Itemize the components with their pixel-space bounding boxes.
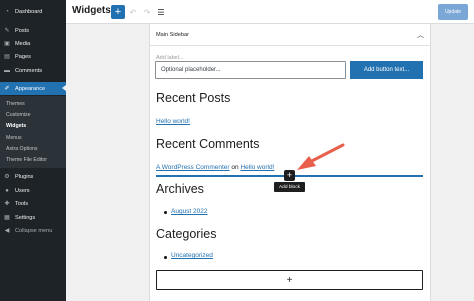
annotation-arrow-icon <box>297 143 345 170</box>
